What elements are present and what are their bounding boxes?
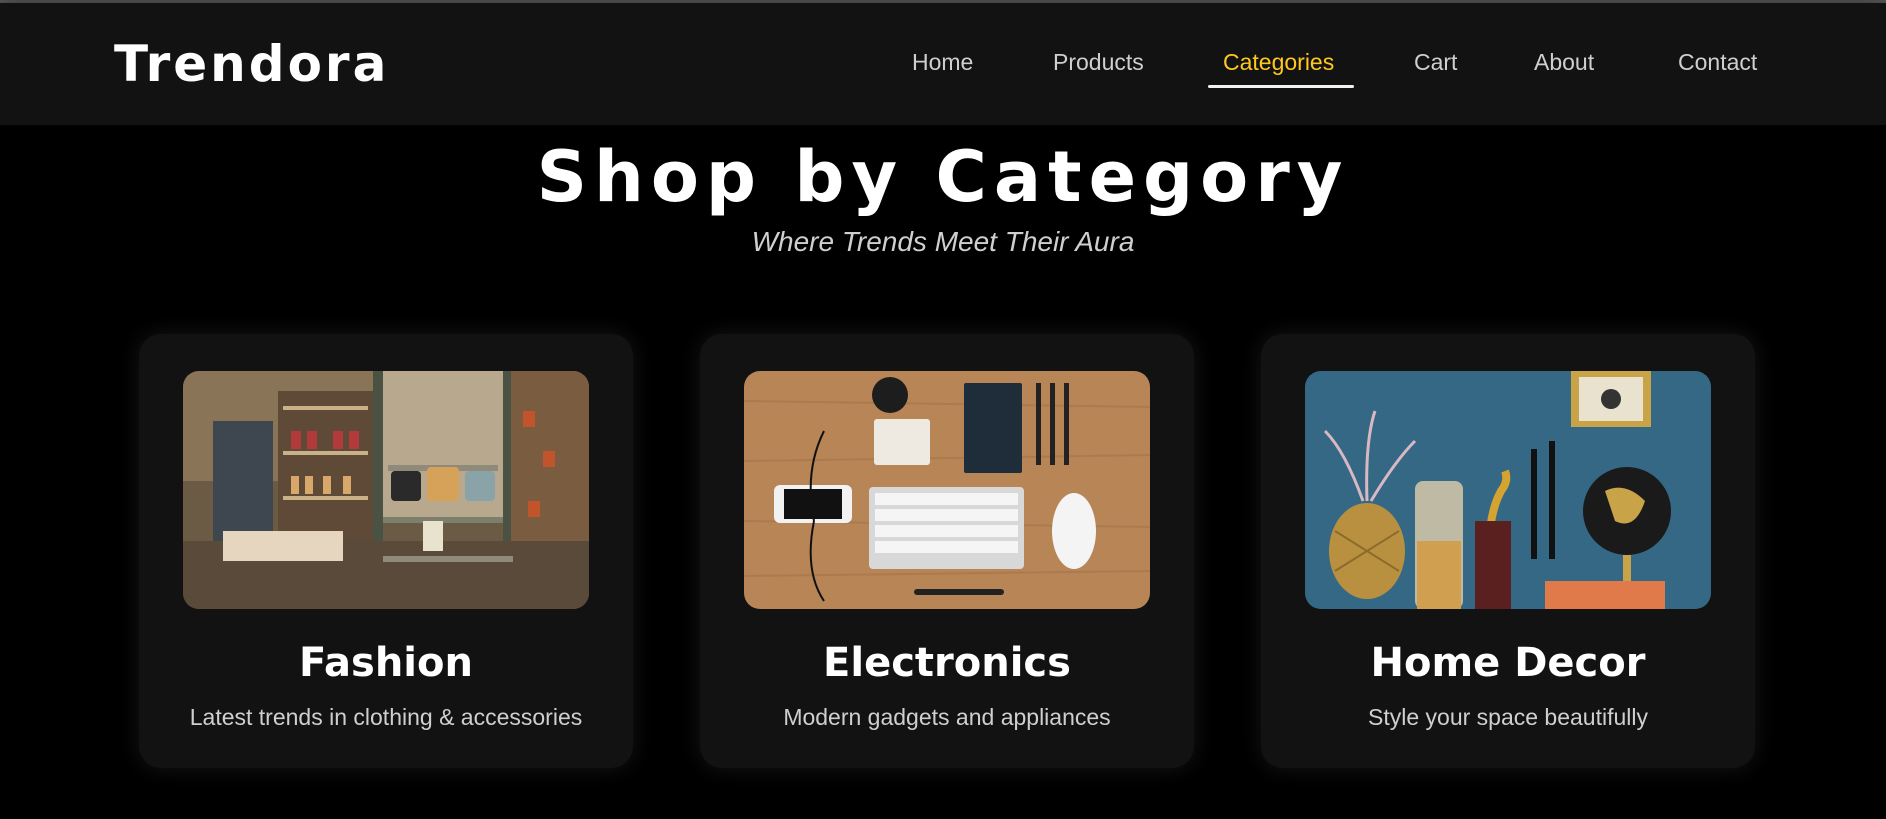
category-title: Home Decor: [1370, 640, 1646, 686]
category-card-home-decor[interactable]: Home Decor Style your space beautifully: [1261, 334, 1755, 768]
page-subtitle: Where Trends Meet Their Aura: [751, 226, 1135, 257]
nav-cart[interactable]: Cart: [1414, 49, 1457, 76]
category-description: Modern gadgets and appliances: [783, 704, 1111, 730]
nav-contact[interactable]: Contact: [1678, 49, 1757, 76]
active-nav-underline: [1208, 85, 1354, 88]
category-card-fashion[interactable]: Fashion Latest trends in clothing & acce…: [139, 334, 633, 768]
home-decor-image: [1305, 371, 1711, 609]
page-title: Shop by Category: [536, 136, 1350, 218]
nav-home[interactable]: Home: [912, 49, 973, 76]
category-description: Style your space beautifully: [1368, 704, 1648, 730]
nav-categories[interactable]: Categories: [1223, 49, 1334, 76]
category-title: Electronics: [823, 640, 1071, 686]
category-title: Fashion: [299, 640, 473, 686]
category-description: Latest trends in clothing & accessories: [189, 704, 583, 730]
electronics-image: [744, 371, 1150, 609]
nav-products[interactable]: Products: [1053, 49, 1144, 76]
nav-about[interactable]: About: [1534, 49, 1594, 76]
navbar: Trendora Home Products Categories Cart A…: [0, 3, 1886, 125]
fashion-image: [183, 371, 589, 609]
main-nav: Home Products Categories Cart About Cont…: [0, 49, 1886, 89]
category-card-electronics[interactable]: Electronics Modern gadgets and appliance…: [700, 334, 1194, 768]
